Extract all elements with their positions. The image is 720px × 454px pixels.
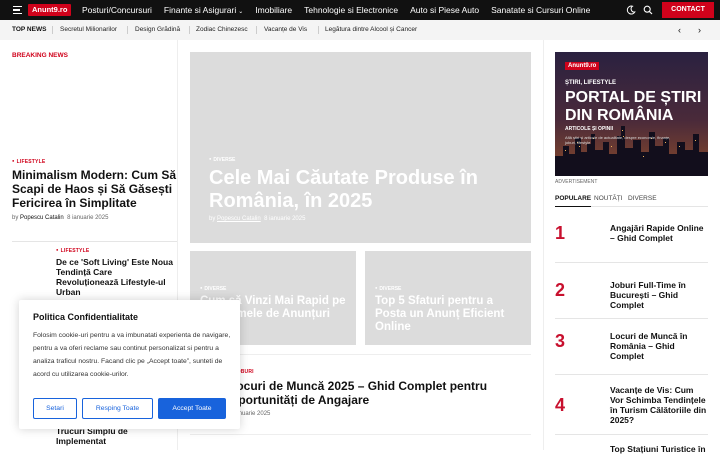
search-icon[interactable] (643, 5, 653, 15)
article-title[interactable]: Locuri de Muncă 2025 – Ghid Complet pent… (229, 379, 529, 407)
column-divider (543, 40, 544, 450)
featured-title[interactable]: Cele Mai Căutate Produse în România, în … (209, 167, 519, 213)
rank-number: 2 (555, 280, 566, 300)
nav-item-auto[interactable]: Auto si Piese Auto (410, 5, 479, 15)
popular-title[interactable]: Top Stațiuni Turistice în (610, 444, 708, 454)
author-link[interactable]: Popescu Catalin (217, 216, 261, 222)
category-label[interactable]: LIFESTYLE (12, 158, 177, 165)
popular-title[interactable]: Locuri de Muncă în România – Ghid Comple… (610, 331, 708, 361)
advertisement-label: ADVERTISEMENT (555, 179, 598, 185)
article-title[interactable]: Trucuri Simplu de Implementat (56, 426, 176, 446)
cookie-settings-button[interactable]: Setari (33, 398, 77, 419)
cookie-consent-dialog: Politica Confidentialitate Folosim cooki… (19, 300, 240, 429)
chevron-down-icon: ⌄ (238, 9, 244, 15)
nav-item-imobiliare[interactable]: Imobiliare (255, 5, 292, 15)
divider (318, 26, 319, 34)
article-meta: by Popescu Catalin 8 ianuarie 2025 (12, 215, 109, 221)
cookie-accept-button[interactable]: Accept Toate (158, 398, 226, 419)
trending-item[interactable]: Legătura dintre Alcool și Cancer (325, 26, 417, 33)
trending-item[interactable]: Zodiac Chinezesc (196, 26, 248, 33)
article-title[interactable]: Minimalism Modern: Cum Să Scapi de Haos … (12, 168, 177, 210)
site-logo[interactable]: Anunt9.ro (28, 4, 72, 16)
ad-kicker: ȘTIRI, LIFESTYLE (565, 80, 617, 86)
divider (256, 26, 257, 34)
advertisement-banner[interactable]: Anunt9.ro ȘTIRI, LIFESTYLE PORTAL DE ȘTI… (555, 52, 708, 176)
ad-logo: Anunt9.ro (565, 62, 600, 70)
divider (555, 318, 708, 319)
trending-item[interactable]: Design Grădină (135, 26, 180, 33)
chevron-right-icon[interactable]: › (698, 25, 701, 35)
main-nav: Posturi/Concursuri Finante si Asigurari ⌄… (82, 0, 602, 20)
city-skyline-image (555, 126, 708, 176)
nav-item-tehnologie[interactable]: Tehnologie si Electronice (304, 5, 398, 15)
rank-number: 1 (555, 223, 566, 243)
divider (190, 354, 531, 355)
article-title[interactable]: De ce 'Soft Living' Este Noua Tendință C… (56, 257, 176, 297)
breaking-article[interactable]: LIFESTYLE Minimalism Modern: Cum Să Scap… (12, 158, 177, 221)
divider (555, 262, 708, 263)
list-item[interactable]: Trucuri Simplu de Implementat (56, 426, 176, 446)
tab-populare[interactable]: POPULARE (555, 195, 592, 207)
divider (12, 241, 177, 242)
ad-description: Află știri și articole de actualitate, d… (565, 135, 671, 145)
ad-subtitle: ARTICOLE ȘI OPINII (565, 126, 614, 132)
chevron-left-icon[interactable]: ‹ (678, 25, 681, 35)
nav-item-finante[interactable]: Finante si Asigurari ⌄ (164, 5, 243, 15)
category-label[interactable]: DIVERSE (209, 156, 235, 163)
divider (52, 26, 53, 34)
trending-item[interactable]: Secretul Milionarilor (60, 26, 117, 33)
tab-noutati[interactable]: NOUTĂȚI (594, 195, 623, 202)
divider (127, 26, 128, 34)
top-news-label: TOP NEWS (12, 26, 47, 33)
breaking-news-label: BREAKING NEWS (12, 52, 68, 59)
category-label[interactable]: DIVERSE (375, 285, 401, 292)
divider (190, 434, 531, 435)
category-label[interactable]: DIVERSE (200, 285, 226, 292)
tab-diverse[interactable]: DIVERSE (628, 195, 657, 202)
nav-item-sanatate[interactable]: Sanatate si Cursuri Online (491, 5, 590, 15)
rank-number: 3 (555, 331, 566, 351)
nav-item-posturi[interactable]: Posturi/Concursuri (82, 5, 152, 15)
trending-item[interactable]: Vacanțe de Vis (264, 26, 307, 33)
popular-title[interactable]: Angajări Rapide Online – Ghid Complet (610, 223, 708, 243)
article-meta: by Popescu Catalin 8 ianuarie 2025 (209, 216, 306, 222)
author-link[interactable]: Popescu Catalin (20, 215, 64, 221)
cookie-reject-button[interactable]: Resping Toate (82, 398, 153, 419)
divider (189, 26, 190, 34)
category-label[interactable]: LIFESTYLE (56, 247, 176, 254)
top-navbar: Anunt9.ro Posturi/Concursuri Finante si … (0, 0, 720, 20)
rank-number: 4 (555, 395, 566, 415)
hamburger-menu-icon[interactable] (13, 6, 22, 15)
divider (555, 374, 708, 375)
contact-button[interactable]: CONTACT (662, 2, 714, 18)
cookie-title: Politica Confidentialitate (33, 312, 139, 322)
article-card[interactable]: DIVERSE Top 5 Sfaturi pentru a Posta un … (365, 251, 531, 345)
featured-article[interactable]: DIVERSE Cele Mai Căutate Produse în Româ… (190, 52, 531, 243)
cookie-text: Folosim cookie-uri pentru a va imbunatat… (33, 332, 231, 378)
list-item[interactable]: LIFESTYLE De ce 'Soft Living' Este Noua … (56, 247, 176, 297)
divider (555, 434, 708, 435)
card-title[interactable]: Top 5 Sfaturi pentru a Posta un Anunț Ef… (375, 295, 525, 334)
top-news-bar: TOP NEWS Secretul Milionarilor Design Gr… (0, 20, 720, 40)
ad-title: PORTAL DE ȘTIRI DIN ROMÂNIA (565, 89, 702, 124)
popular-title[interactable]: Joburi Full-Time în București – Ghid Com… (610, 280, 708, 310)
popular-title[interactable]: Vacanțe de Vis: Cum Vor Schimba Tendințe… (610, 385, 708, 425)
sidebar-tabs: POPULARE NOUTĂȚI DIVERSE (555, 195, 708, 207)
dark-mode-moon-icon[interactable] (626, 5, 636, 15)
